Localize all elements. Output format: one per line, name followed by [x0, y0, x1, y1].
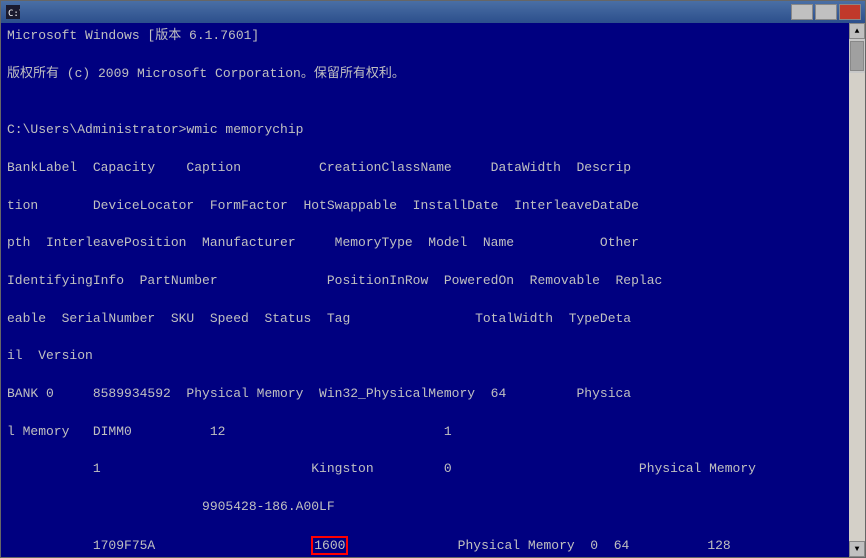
- title-bar: C:\: [1, 1, 865, 23]
- speed-highlight: 1600: [311, 536, 348, 556]
- console-line: 版权所有 (c) 2009 Microsoft Corporation。保留所有…: [7, 65, 859, 84]
- console-line: pth InterleavePosition Manufacturer Memo…: [7, 234, 859, 253]
- scrollbar-up-button[interactable]: ▲: [849, 23, 865, 39]
- scrollbar[interactable]: ▲ ▼: [849, 23, 865, 557]
- scrollbar-thumb[interactable]: [850, 41, 864, 71]
- title-bar-buttons: [791, 4, 861, 20]
- cmd-icon: C:\: [5, 4, 21, 20]
- console-line: C:\Users\Administrator>wmic memorychip: [7, 121, 859, 140]
- maximize-button[interactable]: [815, 4, 837, 20]
- scrollbar-track-area: [849, 73, 865, 541]
- console-line: Microsoft Windows [版本 6.1.7601]: [7, 27, 859, 46]
- console-line: BANK 0 8589934592 Physical Memory Win32_…: [7, 385, 859, 404]
- console-line: 1709F75A 1600 Physical Memory 0 64 128: [7, 536, 859, 556]
- console-line: BankLabel Capacity Caption CreationClass…: [7, 159, 859, 178]
- console-line: eable SerialNumber SKU Speed Status Tag …: [7, 310, 859, 329]
- console-line: il Version: [7, 347, 859, 366]
- cmd-window: C:\ Microsoft Windows [版本 6.1.7601] 版权所有…: [0, 0, 866, 558]
- console-line: 9905428-186.A00LF: [7, 498, 859, 517]
- console-line: 1 Kingston 0 Physical Memory: [7, 460, 859, 479]
- svg-text:C:\: C:\: [8, 9, 20, 19]
- console-output[interactable]: Microsoft Windows [版本 6.1.7601] 版权所有 (c)…: [1, 23, 865, 557]
- console-line: tion DeviceLocator FormFactor HotSwappab…: [7, 197, 859, 216]
- scrollbar-down-button[interactable]: ▼: [849, 541, 865, 557]
- console-line: l Memory DIMM0 12 1: [7, 423, 859, 442]
- console-wrapper: Microsoft Windows [版本 6.1.7601] 版权所有 (c)…: [1, 23, 865, 557]
- close-button[interactable]: [839, 4, 861, 20]
- window: C:\ Microsoft Windows [版本 6.1.7601] 版权所有…: [0, 0, 866, 558]
- minimize-button[interactable]: [791, 4, 813, 20]
- console-line: IdentifyingInfo PartNumber PositionInRow…: [7, 272, 859, 291]
